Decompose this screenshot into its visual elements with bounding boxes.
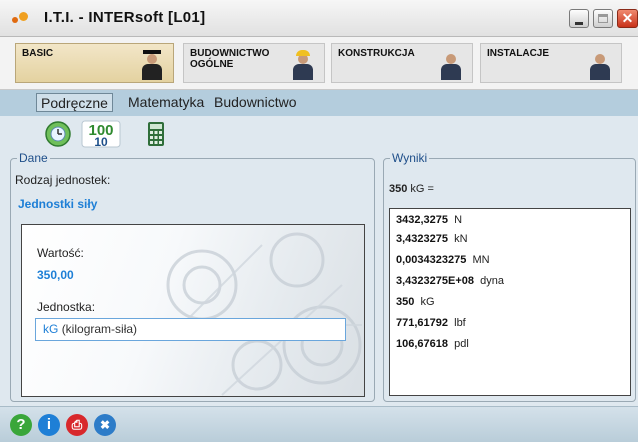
wyniki-panel: Wyniki 350 kG = 3432,3275 N 3,4323275 kN…: [383, 151, 636, 402]
toolbar: 100 10: [0, 116, 638, 152]
globe-clock-button[interactable]: [44, 120, 72, 148]
minimize-icon: [575, 22, 583, 25]
unit-type-value[interactable]: Jednostki siły: [18, 197, 97, 211]
graduate-figure-icon: [139, 50, 165, 80]
result-row: 350 kG: [396, 296, 435, 308]
sub-tab-bar: Podręczne Matematyka Budownictwo: [0, 90, 638, 116]
result-row: 106,67618 pdl: [396, 338, 469, 350]
summary-unit: kG =: [410, 183, 434, 195]
value-input[interactable]: 350,00: [37, 268, 74, 282]
number-100-icon: 100 10: [81, 120, 121, 149]
window-title: I.T.I. - INTERsoft [L01]: [44, 9, 206, 26]
category-label: KONSTRUKCJA: [338, 48, 415, 59]
unit-code: kG: [43, 322, 59, 336]
result-row: 3,4323275 kN: [396, 233, 468, 245]
unit-type-label: Rodzaj jednostek:: [15, 173, 111, 187]
minimize-button[interactable]: [569, 9, 589, 28]
dane-legend: Dane: [17, 151, 50, 165]
engineer-figure-icon: [438, 50, 464, 80]
unit-select[interactable]: kG (kilogram-siła): [35, 318, 346, 341]
category-label: BASIC: [22, 48, 54, 59]
dane-panel: Dane Rodzaj jednostek: Jednostki siły Wa…: [10, 151, 375, 402]
tab-podreczne[interactable]: Podręczne: [36, 93, 113, 112]
result-row: 771,61792 lbf: [396, 317, 466, 329]
status-bar: ? i ⎙ ✖: [0, 406, 638, 442]
input-area: Wartość: 350,00 Jednostka: kG (kilogram-…: [21, 224, 365, 397]
svg-text:10: 10: [94, 135, 108, 148]
tab-budownictwo[interactable]: Budownictwo: [210, 93, 301, 112]
category-tab-instalacje[interactable]: INSTALACJE: [480, 43, 622, 83]
calculator-button[interactable]: [142, 120, 170, 148]
category-label: BUDOWNICTWO OGÓLNE: [190, 48, 270, 70]
maximize-button[interactable]: [593, 9, 613, 28]
wyniki-legend: Wyniki: [390, 151, 430, 165]
summary-value: 350: [389, 183, 408, 195]
print-icon[interactable]: ⎙: [66, 414, 88, 436]
category-tab-konstrukcja[interactable]: KONSTRUKCJA: [331, 43, 473, 83]
app-icon: [12, 12, 30, 24]
tools-icon[interactable]: ✖: [94, 414, 116, 436]
close-button[interactable]: ✕: [617, 9, 638, 28]
plumber-figure-icon: [587, 50, 613, 80]
category-bar: BASIC BUDOWNICTWO OGÓLNE KONSTRUKCJA INS…: [0, 37, 638, 90]
unit-label: Jednostka:: [37, 300, 96, 314]
info-icon[interactable]: i: [38, 414, 60, 436]
help-icon[interactable]: ?: [10, 414, 32, 436]
category-tab-basic[interactable]: BASIC: [15, 43, 174, 83]
globe-clock-icon: [45, 121, 71, 147]
category-label: INSTALACJE: [487, 48, 550, 59]
result-row: 0,0034323275 MN: [396, 254, 490, 266]
summary: 350 kG =: [389, 183, 434, 195]
tab-matematyka[interactable]: Matematyka: [124, 93, 208, 112]
builder-figure-icon: [290, 50, 316, 80]
maximize-icon: [598, 14, 608, 23]
result-row: 3432,3275 N: [396, 214, 463, 226]
unit-name: (kilogram-siła): [61, 322, 138, 336]
conversion-100-button[interactable]: 100 10: [81, 120, 121, 149]
category-tab-budownictwo[interactable]: BUDOWNICTWO OGÓLNE: [183, 43, 325, 83]
title-bar: I.T.I. - INTERsoft [L01] ✕: [0, 0, 638, 37]
value-label: Wartość:: [37, 246, 84, 260]
close-icon: ✕: [621, 10, 634, 26]
results-list: 3432,3275 N 3,4323275 kN 0,0034323275 MN…: [389, 208, 631, 396]
calculator-icon: [148, 122, 164, 146]
result-row: 3,4323275E+08 dyna: [396, 275, 504, 287]
